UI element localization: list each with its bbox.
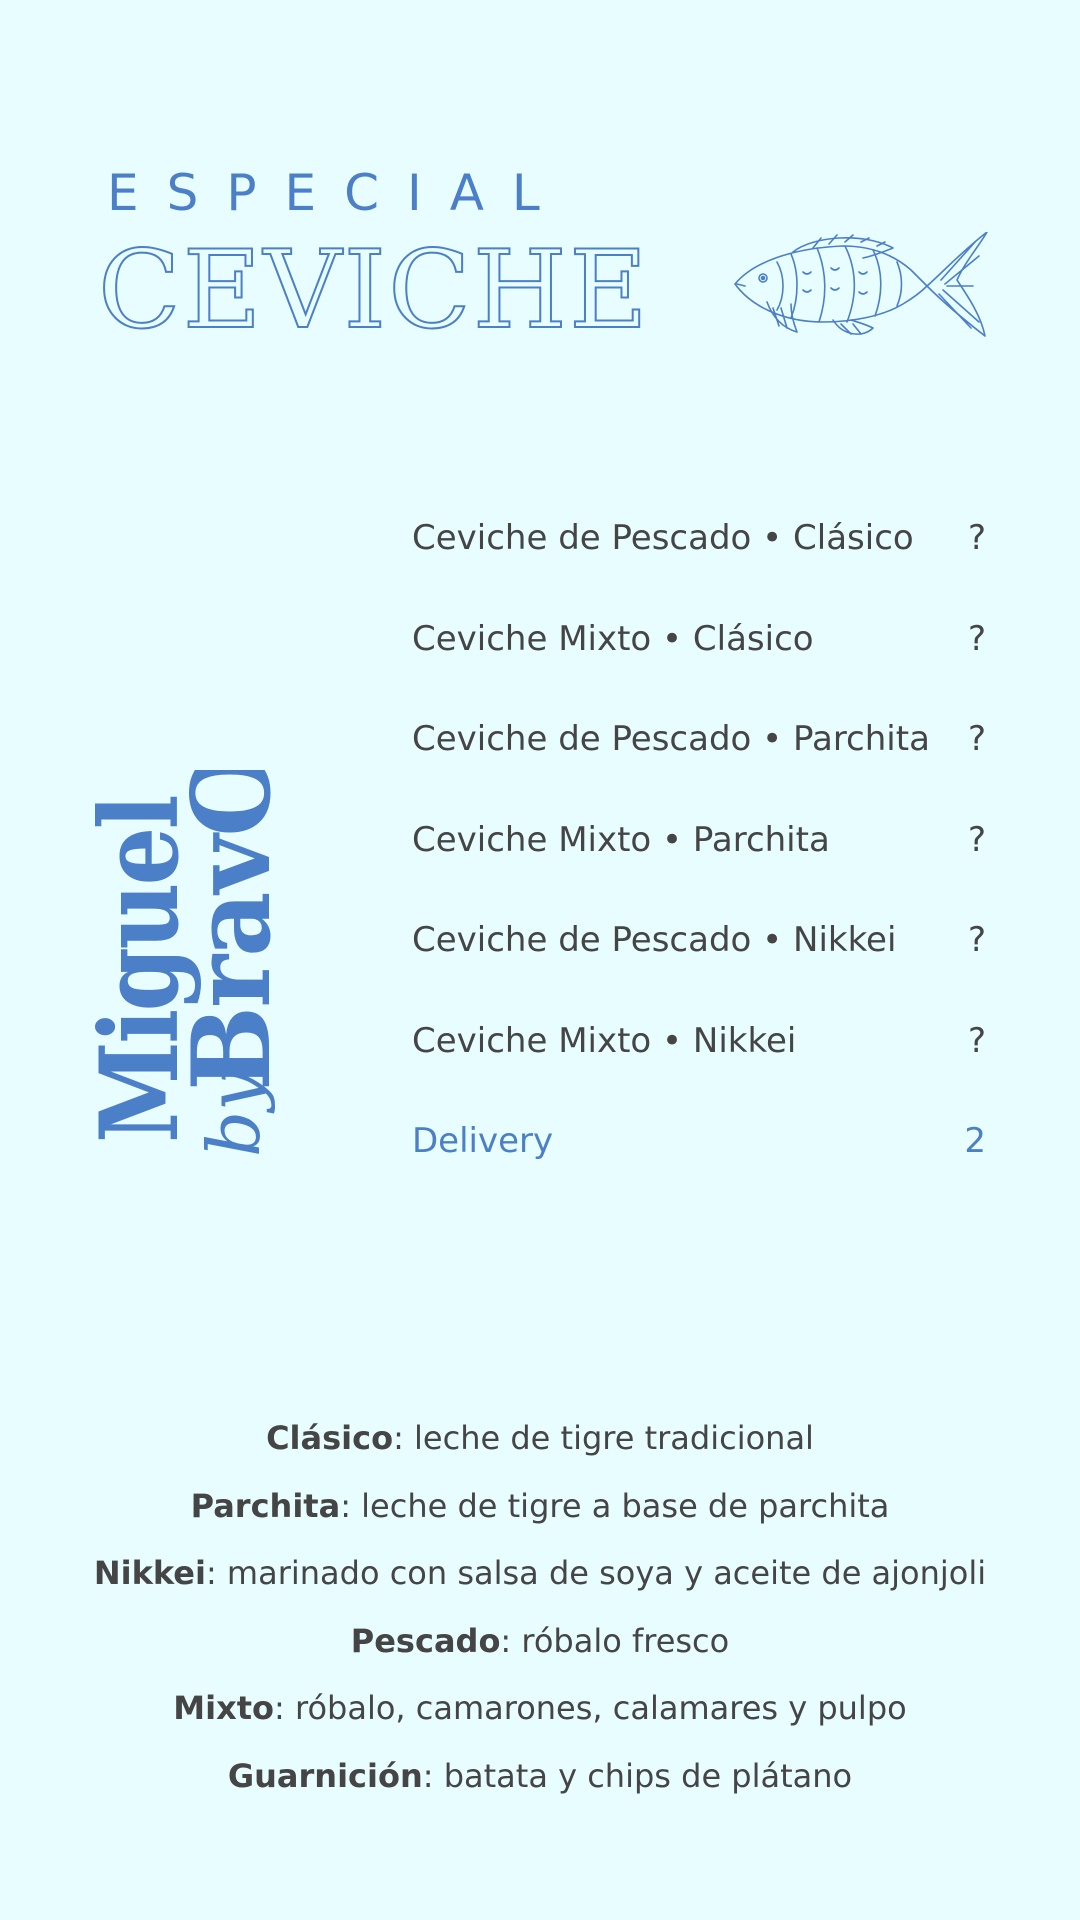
note-text: : róbalo fresco — [500, 1621, 730, 1660]
brand-logo: Miguel by BravO — [82, 770, 295, 1157]
note-line: Clásico: leche de tigre tradicional — [0, 1405, 1080, 1473]
notes-section: Clásico: leche de tigre tradicional Parc… — [0, 1405, 1080, 1810]
menu-item-name: Ceviche Mixto • Nikkei — [412, 1020, 797, 1061]
menu-item-price: ? — [967, 518, 986, 558]
menu-item-name: Ceviche de Pescado • Clásico — [412, 518, 914, 558]
menu-item: Ceviche de Pescado • Nikkei ? — [412, 912, 986, 1013]
menu-item-price: ? — [967, 920, 986, 960]
menu-item: Ceviche Mixto • Parchita ? — [412, 812, 986, 913]
menu-item-name: Ceviche de Pescado • Parchita — [412, 719, 930, 759]
menu-item-delivery: Delivery 2 — [412, 1113, 986, 1214]
note-term: Mixto — [173, 1689, 275, 1727]
note-term: Parchita — [190, 1486, 341, 1525]
menu-item-name: Ceviche de Pescado • Nikkei — [412, 920, 897, 960]
note-line: Guarnición: batata y chips de plátano — [0, 1743, 1080, 1811]
menu-item: Ceviche Mixto • Clásico ? — [412, 611, 986, 712]
menu-item-price: ? — [967, 618, 986, 659]
delivery-label: Delivery — [412, 1121, 554, 1161]
note-term: Nikkei — [93, 1554, 206, 1592]
note-text: : leche de tigre tradicional — [393, 1419, 814, 1457]
note-line: Nikkei: marinado con salsa de soya y ace… — [0, 1540, 1080, 1608]
menu-item-price: ? — [967, 719, 986, 759]
note-line: Parchita: leche de tigre a base de parch… — [0, 1473, 1080, 1541]
menu-item-name: Ceviche Mixto • Parchita — [412, 819, 830, 860]
note-text: : batata y chips de plátano — [422, 1756, 853, 1795]
note-term: Clásico — [266, 1419, 394, 1457]
header-title: CEVICHE — [97, 228, 650, 353]
menu-item-price: ? — [967, 819, 986, 860]
header-subtitle: ESPECIAL — [107, 164, 568, 222]
menu-item-name: Ceviche Mixto • Clásico — [412, 618, 814, 659]
note-text: : róbalo, camarones, calamares y pulpo — [274, 1689, 907, 1727]
menu-item-price: ? — [967, 1020, 986, 1061]
fish-icon — [734, 232, 988, 337]
note-line: Pescado: róbalo fresco — [0, 1608, 1080, 1676]
note-text: : leche de tigre a base de parchita — [340, 1486, 890, 1525]
note-text: : marinado con salsa de soya y aceite de… — [205, 1554, 987, 1592]
delivery-price: 2 — [964, 1121, 986, 1161]
menu-item: Ceviche de Pescado • Parchita ? — [412, 711, 986, 812]
note-line: Mixto: róbalo, camarones, calamares y pu… — [0, 1675, 1080, 1743]
svg-text:BravO: BravO — [169, 770, 295, 1091]
note-term: Pescado — [350, 1621, 501, 1660]
menu-list: Ceviche de Pescado • Clásico ? Ceviche M… — [412, 510, 986, 1214]
note-term: Guarnición — [227, 1756, 423, 1795]
menu-item: Ceviche de Pescado • Clásico ? — [412, 510, 986, 611]
menu-item: Ceviche Mixto • Nikkei ? — [412, 1013, 986, 1114]
